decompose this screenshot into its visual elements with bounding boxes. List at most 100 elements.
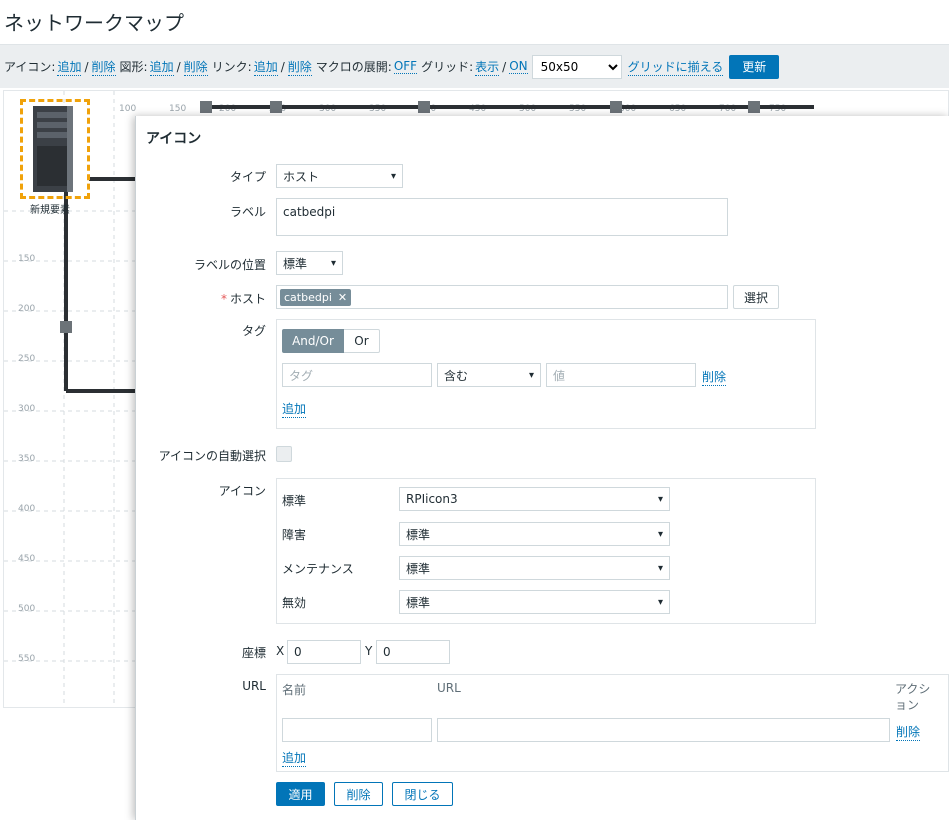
coord-y-value: 0 bbox=[383, 645, 391, 659]
link-add-link[interactable]: 追加 bbox=[253, 58, 278, 76]
coord-y-input[interactable]: 0 bbox=[376, 640, 450, 664]
auto-icon-checkbox[interactable] bbox=[276, 446, 292, 462]
tag-operator-select[interactable]: 含む ▾ bbox=[437, 363, 541, 387]
coord-x-value: 0 bbox=[294, 645, 302, 659]
map-toolbar: アイコン: 追加 / 削除 図形: 追加 / 削除 リンク: 追加 / 削除 マ… bbox=[0, 44, 949, 88]
coord-x-input[interactable]: 0 bbox=[287, 640, 361, 664]
tag-value-input[interactable]: 値 bbox=[546, 363, 696, 387]
chevron-down-icon: ▾ bbox=[657, 562, 663, 574]
type-label: タイプ bbox=[229, 170, 266, 184]
coord-x-label: X bbox=[276, 644, 285, 658]
host-chip-label: catbedpi bbox=[284, 290, 332, 304]
map-y-tick: 500 bbox=[18, 604, 35, 614]
icon-maintenance-select[interactable]: 標準 ▾ bbox=[399, 556, 670, 580]
server-icon bbox=[33, 106, 73, 192]
and-or-option[interactable]: And/Or bbox=[282, 329, 344, 353]
shape-remove-link[interactable]: 削除 bbox=[183, 58, 208, 76]
coords-label: 座標 bbox=[241, 646, 266, 660]
icon-default-value: RPIicon3 bbox=[406, 492, 458, 506]
map-y-tick: 550 bbox=[18, 654, 35, 664]
icon-disabled-select[interactable]: 標準 ▾ bbox=[399, 590, 670, 614]
chevron-down-icon: ▾ bbox=[657, 493, 663, 505]
type-select[interactable]: ホスト ▾ bbox=[276, 164, 403, 188]
chevron-down-icon: ▾ bbox=[330, 257, 336, 269]
shape-label: 図形: bbox=[119, 60, 148, 74]
element-label: 新規要素 bbox=[30, 205, 70, 216]
map-x-tick: 100 bbox=[119, 104, 136, 114]
coord-y-label: Y bbox=[365, 644, 373, 658]
map-x-tick: 150 bbox=[169, 104, 186, 114]
label-position-select[interactable]: 標準 ▾ bbox=[276, 251, 343, 275]
chevron-down-icon: ▾ bbox=[657, 596, 663, 608]
macro-toggle-link[interactable]: OFF bbox=[393, 59, 418, 74]
chevron-down-icon: ▾ bbox=[657, 528, 663, 540]
chevron-down-icon: ▾ bbox=[390, 170, 396, 182]
icon-add-link[interactable]: 追加 bbox=[57, 58, 82, 76]
host-label: * ホスト bbox=[221, 290, 266, 307]
chevron-down-icon: ▾ bbox=[528, 369, 534, 381]
tag-value-placeholder: 値 bbox=[553, 368, 566, 383]
host-select-button[interactable]: 選択 bbox=[733, 285, 779, 309]
map-y-tick: 150 bbox=[18, 254, 35, 264]
grid-on-link[interactable]: ON bbox=[509, 59, 528, 74]
icon-disabled-value: 標準 bbox=[406, 595, 431, 610]
link-label: リンク: bbox=[211, 60, 252, 74]
url-add-link[interactable]: 追加 bbox=[282, 749, 307, 767]
update-button[interactable]: 更新 bbox=[729, 54, 780, 79]
type-value: ホスト bbox=[283, 169, 320, 184]
icon-problem-label: 障害 bbox=[282, 528, 307, 542]
grid-size-select[interactable]: 50x50 bbox=[531, 54, 622, 79]
label-value: catbedpi bbox=[283, 205, 336, 219]
close-button[interactable]: 閉じる bbox=[392, 782, 453, 806]
element-dialog: アイコン タイプ ホスト ▾ ラベル catbedpi ラベルの位置 標準 ▾ … bbox=[135, 116, 949, 820]
icons-label: アイコン bbox=[218, 484, 266, 498]
separator: / bbox=[84, 59, 89, 74]
icon-maintenance-label: メンテナンス bbox=[282, 562, 354, 576]
grid-show-link[interactable]: 表示 bbox=[475, 58, 500, 76]
icon-problem-select[interactable]: 標準 ▾ bbox=[399, 522, 670, 546]
host-multiselect[interactable]: catbedpi ✕ bbox=[276, 285, 728, 309]
tag-name-input[interactable]: タグ bbox=[282, 363, 432, 387]
url-remove-link[interactable]: 削除 bbox=[896, 723, 921, 741]
tag-remove-link[interactable]: 削除 bbox=[702, 368, 727, 386]
host-label-text: ホスト bbox=[229, 292, 266, 306]
icon-default-select[interactable]: RPIicon3 ▾ bbox=[399, 487, 670, 511]
link-remove-link[interactable]: 削除 bbox=[287, 58, 312, 76]
urls-label: URL bbox=[242, 679, 266, 693]
close-icon[interactable]: ✕ bbox=[338, 291, 347, 304]
grid-label: グリッド: bbox=[421, 60, 474, 74]
apply-button[interactable]: 適用 bbox=[276, 782, 325, 806]
map-y-tick: 300 bbox=[18, 404, 35, 414]
tags-evaltype-toggle: And/Or Or bbox=[282, 329, 380, 353]
icon-default-label: 標準 bbox=[282, 494, 307, 508]
or-option[interactable]: Or bbox=[344, 329, 380, 353]
page-title: ネットワークマップ bbox=[4, 11, 184, 35]
selected-element[interactable] bbox=[20, 99, 90, 199]
url-name-input[interactable] bbox=[282, 718, 432, 742]
label-position-value: 標準 bbox=[283, 256, 308, 271]
separator: / bbox=[176, 59, 181, 74]
map-y-tick: 350 bbox=[18, 454, 35, 464]
tag-add-link[interactable]: 追加 bbox=[282, 400, 307, 418]
url-col-name: 名前 bbox=[282, 683, 307, 697]
icon-problem-value: 標準 bbox=[406, 527, 431, 542]
tag-name-placeholder: タグ bbox=[289, 368, 314, 383]
map-y-tick: 250 bbox=[18, 354, 35, 364]
icon-maintenance-value: 標準 bbox=[406, 561, 431, 576]
url-value-input[interactable] bbox=[437, 718, 890, 742]
dialog-title: アイコン bbox=[146, 131, 202, 147]
label-position-label: ラベルの位置 bbox=[193, 258, 266, 272]
separator: / bbox=[280, 59, 285, 74]
icon-remove-link[interactable]: 削除 bbox=[91, 58, 116, 76]
shape-add-link[interactable]: 追加 bbox=[149, 58, 174, 76]
url-col-url: URL bbox=[437, 681, 461, 695]
label-textarea[interactable]: catbedpi bbox=[276, 198, 728, 236]
map-y-tick: 400 bbox=[18, 504, 35, 514]
remove-button[interactable]: 削除 bbox=[334, 782, 383, 806]
map-y-tick: 450 bbox=[18, 554, 35, 564]
align-grid-link[interactable]: グリッドに揃える bbox=[627, 58, 724, 76]
auto-icon-label: アイコンの自動選択 bbox=[158, 449, 266, 463]
tags-label: タグ bbox=[241, 324, 266, 338]
required-mark: * bbox=[220, 292, 227, 306]
label-field-label: ラベル bbox=[229, 205, 266, 219]
